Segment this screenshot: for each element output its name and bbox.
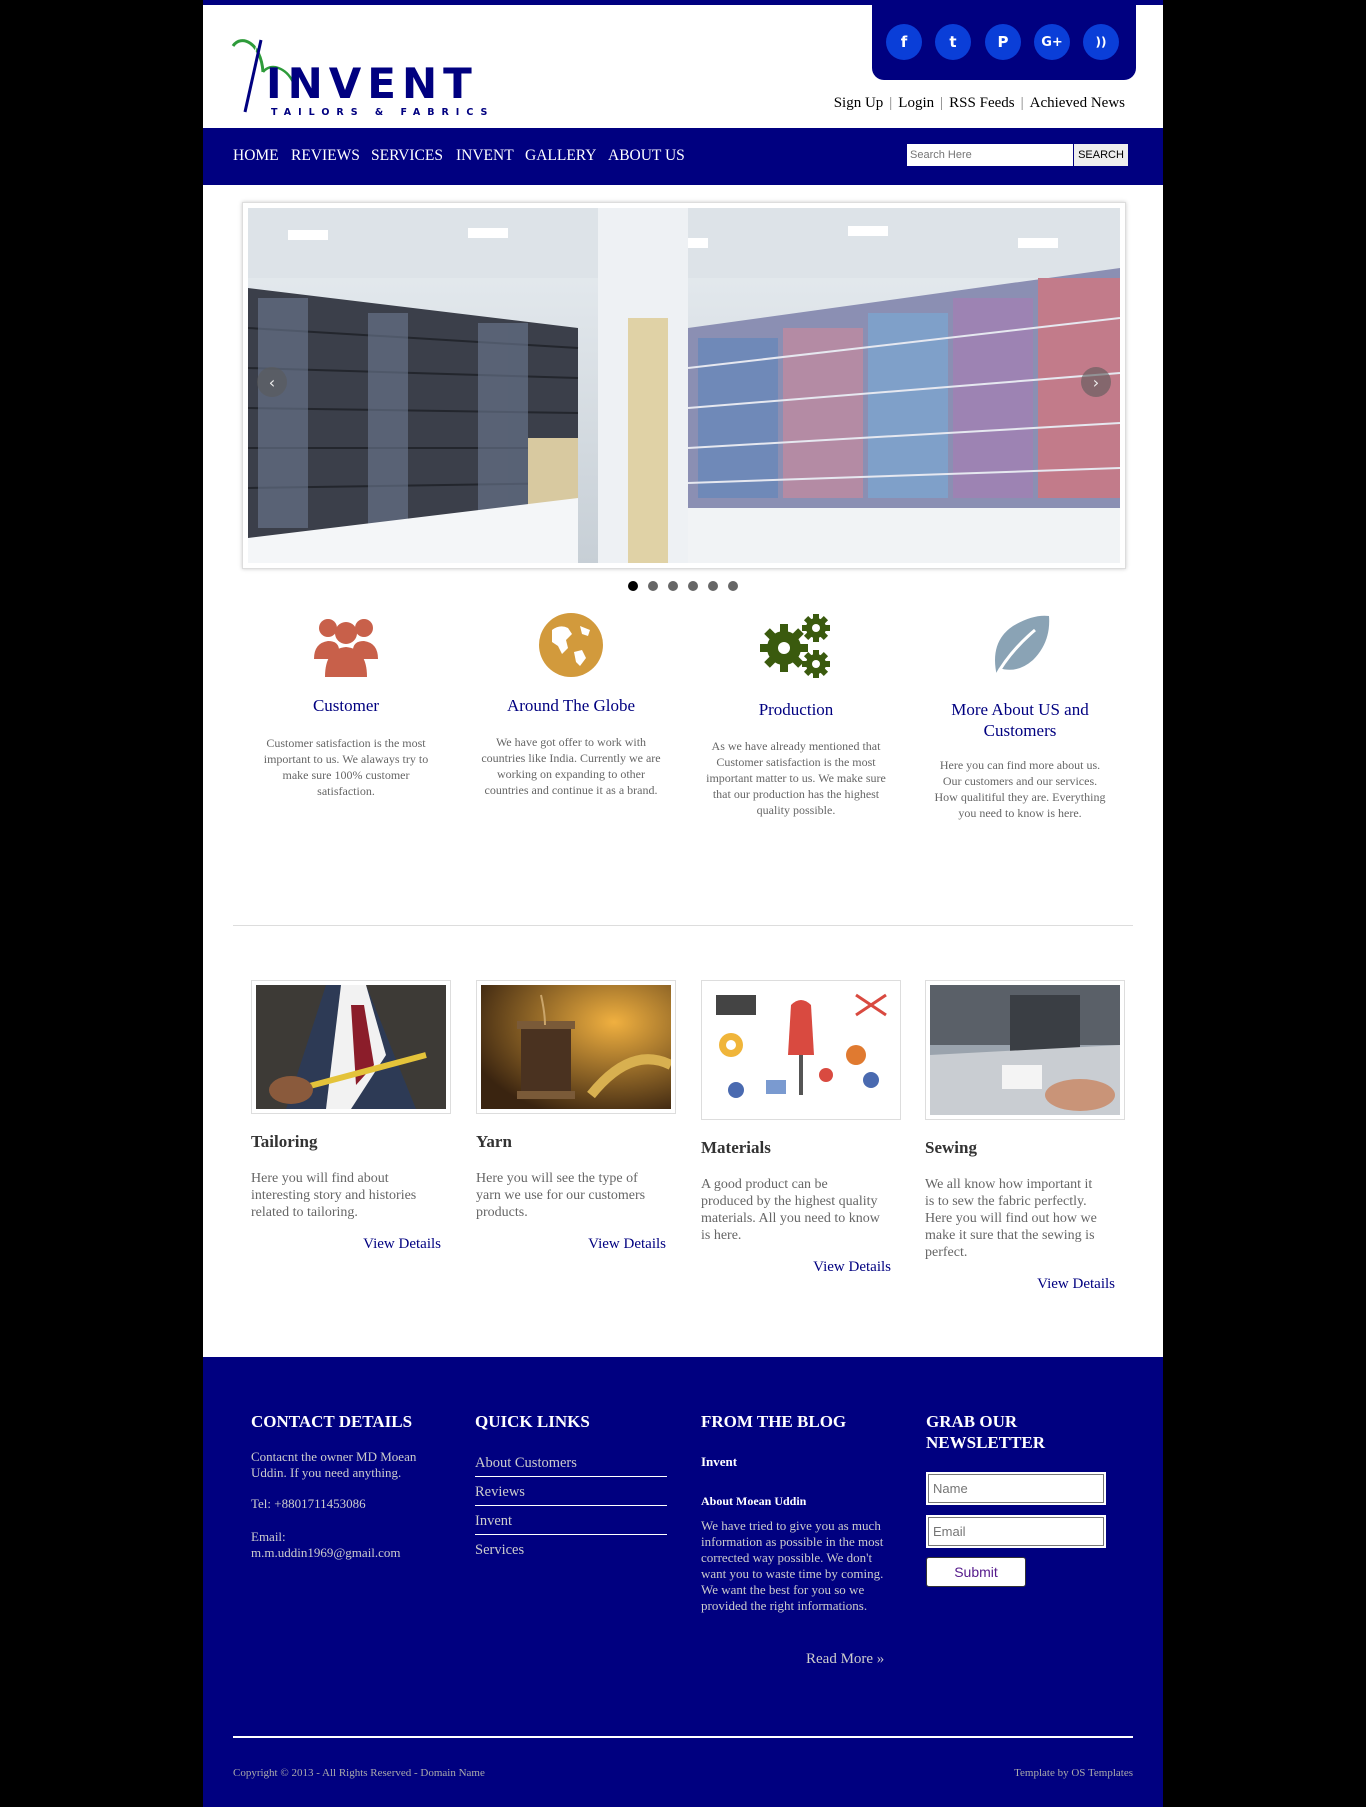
- view-details-link[interactable]: View Details: [1037, 1276, 1115, 1293]
- gears-icon: [760, 612, 832, 685]
- card-title: Sewing: [925, 1138, 977, 1157]
- card-thumbnail[interactable]: [251, 980, 451, 1114]
- card-thumbnail[interactable]: [925, 980, 1125, 1120]
- separator: |: [940, 95, 944, 111]
- card-text: A good product can be produced by the hi…: [701, 1177, 880, 1243]
- newsletter-email-input[interactable]: [926, 1515, 1106, 1548]
- blog-post-title[interactable]: Invent: [701, 1454, 737, 1470]
- quick-link-services[interactable]: Services: [475, 1542, 667, 1559]
- newsletter-submit-button[interactable]: Submit: [926, 1557, 1026, 1587]
- search-input[interactable]: [907, 144, 1073, 166]
- feature-title: Around The Globe: [506, 696, 636, 715]
- sewing-image: [930, 985, 1120, 1115]
- quick-link-divider: [475, 1476, 667, 1477]
- logo-name: INVENT: [266, 59, 478, 108]
- tailoring-image: [256, 985, 446, 1109]
- card-text: We all know how important it is to sew t…: [925, 1177, 1097, 1260]
- rss-icon[interactable]: )): [1083, 24, 1119, 60]
- feature-text: Here you can find more about us. Our cus…: [934, 758, 1106, 820]
- page-container: INVENT TAILORS & FABRICS f t P G+ )) Sig…: [203, 0, 1163, 1807]
- quick-link-divider: [475, 1534, 667, 1535]
- view-details-link[interactable]: View Details: [588, 1236, 666, 1253]
- slider-dot-1[interactable]: [628, 581, 638, 591]
- template-credit[interactable]: Template by OS Templates: [1014, 1767, 1133, 1779]
- quick-link-invent[interactable]: Invent: [475, 1513, 667, 1530]
- main-nav: HOME REVIEWS SERVICES INVENT GALLERY ABO…: [203, 128, 1163, 185]
- slider-prev-button[interactable]: ‹: [257, 367, 287, 397]
- card-text: Here you will find about interesting sto…: [251, 1171, 417, 1220]
- footer-divider: [233, 1736, 1133, 1738]
- contact-email-label: Email:: [251, 1529, 286, 1544]
- feature-title: Customer: [312, 696, 380, 715]
- slider-next-button[interactable]: ›: [1081, 367, 1111, 397]
- achieved-news-link[interactable]: Achieved News: [1030, 95, 1125, 111]
- login-link[interactable]: Login: [898, 95, 934, 111]
- nav-gallery[interactable]: GALLERY: [525, 147, 596, 165]
- separator: |: [1020, 95, 1024, 111]
- facebook-icon[interactable]: f: [886, 24, 922, 60]
- card-title: Yarn: [476, 1132, 512, 1151]
- quick-link-reviews[interactable]: Reviews: [475, 1484, 667, 1501]
- slider-dot-3[interactable]: [668, 581, 678, 591]
- card-thumbnail[interactable]: [701, 980, 901, 1120]
- feature-text: We have got offer to work with countries…: [481, 735, 661, 797]
- copyright-text: Copyright © 2013 - All Rights Reserved -…: [233, 1767, 485, 1779]
- contact-heading: CONTACT DETAILS: [251, 1412, 413, 1431]
- quick-link-divider: [475, 1505, 667, 1506]
- feature-title: Production: [758, 700, 834, 719]
- newsletter-name-input[interactable]: [926, 1472, 1106, 1505]
- quick-link-about-customers[interactable]: About Customers: [475, 1455, 667, 1472]
- contact-tel: Tel: +8801711453086: [251, 1496, 366, 1511]
- newsletter-heading: GRAB OUR NEWSLETTER: [926, 1412, 1046, 1452]
- contact-email[interactable]: m.m.uddin1969@gmail.com: [251, 1545, 401, 1561]
- nav-home[interactable]: HOME: [233, 147, 279, 165]
- section-divider: [233, 925, 1133, 926]
- blog-heading: FROM THE BLOG: [701, 1412, 847, 1431]
- contact-text: Contacnt the owner MD Moean Uddin. If yo…: [251, 1449, 417, 1480]
- social-bar: f t P G+ )): [872, 5, 1136, 80]
- blog-post-subtitle: About Moean Uddin: [701, 1494, 807, 1508]
- slider-dot-6[interactable]: [728, 581, 738, 591]
- rss-feeds-link[interactable]: RSS Feeds: [949, 95, 1014, 111]
- slider-dot-4[interactable]: [688, 581, 698, 591]
- yarn-image: [481, 985, 671, 1109]
- read-more-link[interactable]: Read More »: [806, 1651, 884, 1668]
- card-text: Here you will see the type of yarn we us…: [476, 1171, 646, 1220]
- search-button[interactable]: SEARCH: [1074, 144, 1128, 166]
- card-title: Tailoring: [251, 1132, 318, 1151]
- view-details-link[interactable]: View Details: [363, 1236, 441, 1253]
- google-plus-icon[interactable]: G+: [1034, 24, 1070, 60]
- pinterest-icon[interactable]: P: [985, 24, 1021, 60]
- feature-text: As we have already mentioned that Custom…: [706, 739, 886, 817]
- twitter-icon[interactable]: t: [935, 24, 971, 60]
- slide-image-fabric-store: [248, 208, 1120, 563]
- slider-dot-5[interactable]: [708, 581, 718, 591]
- logo-tagline: TAILORS & FABRICS: [271, 107, 495, 118]
- feature-text: Customer satisfaction is the most import…: [263, 736, 429, 798]
- slider-dot-2[interactable]: [648, 581, 658, 591]
- blog-post-text: We have tried to give you as much inform…: [701, 1518, 884, 1613]
- globe-icon: [538, 612, 604, 683]
- leaf-icon: [989, 612, 1051, 685]
- account-links: Sign Up | Login | RSS Feeds | Achieved News: [834, 95, 1125, 112]
- materials-image: [706, 985, 896, 1115]
- nav-services[interactable]: SERVICES: [371, 147, 443, 165]
- card-title: Materials: [701, 1138, 771, 1157]
- feature-title: More About US and Customers: [951, 700, 1089, 740]
- card-thumbnail[interactable]: [476, 980, 676, 1114]
- site-logo[interactable]: INVENT TAILORS & FABRICS: [231, 32, 531, 127]
- users-icon: [311, 611, 381, 686]
- nav-invent[interactable]: INVENT: [456, 147, 514, 165]
- quick-links-heading: QUICK LINKS: [475, 1412, 590, 1431]
- separator: |: [889, 95, 893, 111]
- view-details-link[interactable]: View Details: [813, 1259, 891, 1276]
- signup-link[interactable]: Sign Up: [834, 95, 884, 111]
- image-slider: ‹ ›: [242, 202, 1126, 569]
- site-footer: CONTACT DETAILS Contacnt the owner MD Mo…: [203, 1357, 1163, 1807]
- nav-about-us[interactable]: ABOUT US: [608, 147, 685, 165]
- nav-reviews[interactable]: REVIEWS: [291, 147, 360, 165]
